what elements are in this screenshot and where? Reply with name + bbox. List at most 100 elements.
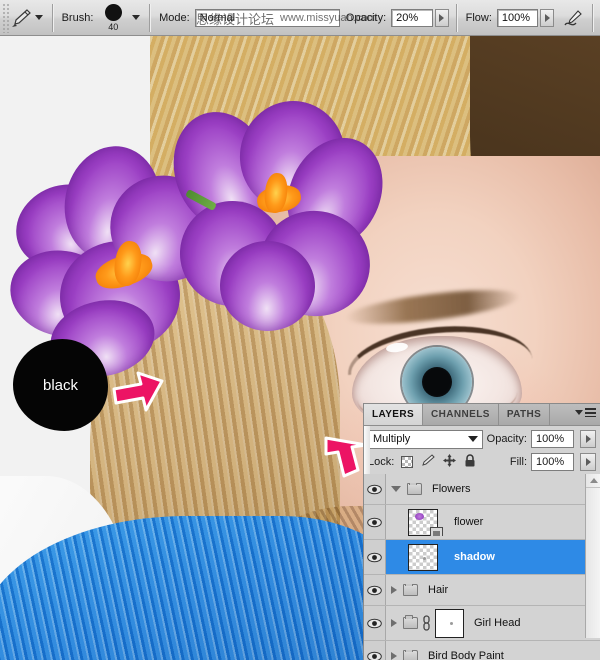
triangle-right-icon bbox=[439, 14, 444, 22]
brush-preset-picker[interactable] bbox=[130, 7, 142, 29]
layer-row-body[interactable]: Bird Body Paint bbox=[386, 650, 600, 660]
clipping-mask-badge-icon bbox=[430, 527, 443, 536]
layer-row-body[interactable]: shadow bbox=[386, 544, 600, 571]
flow-input[interactable]: 100% bbox=[497, 9, 538, 27]
brush-size-value: 40 bbox=[108, 22, 118, 32]
chevron-down-icon bbox=[132, 15, 140, 20]
pupil bbox=[422, 367, 452, 397]
divider bbox=[149, 4, 150, 32]
opacity-input[interactable]: 20% bbox=[391, 9, 432, 27]
hamburger-icon bbox=[585, 408, 596, 417]
airbrush-icon[interactable] bbox=[562, 6, 585, 30]
blend-mode-value: Multiply bbox=[373, 433, 410, 445]
tool-preset-picker[interactable] bbox=[33, 7, 45, 29]
panel-opacity-input[interactable]: 100% bbox=[531, 430, 574, 448]
brush-preview[interactable]: 40 bbox=[98, 4, 128, 32]
triangle-right-icon bbox=[545, 14, 550, 22]
toolbar-grip[interactable] bbox=[2, 3, 10, 33]
flow-slider-button[interactable] bbox=[540, 9, 554, 27]
visibility-toggle[interactable] bbox=[364, 575, 386, 605]
chevron-down-icon bbox=[468, 436, 478, 442]
fill-label: Fill: bbox=[510, 456, 527, 468]
visibility-toggle[interactable] bbox=[364, 606, 386, 640]
disclosure-triangle-icon[interactable] bbox=[391, 486, 401, 492]
panel-opacity-slider-button[interactable] bbox=[580, 430, 596, 448]
panel-menu-icon[interactable] bbox=[575, 408, 596, 417]
fill-input[interactable]: 100% bbox=[531, 453, 574, 471]
layer-name: Bird Body Paint bbox=[428, 650, 504, 660]
layer-row-body[interactable]: Girl Head bbox=[386, 609, 600, 638]
folder-icon bbox=[403, 650, 418, 660]
brush-tool-icon[interactable] bbox=[10, 6, 33, 30]
vertical-scrollbar[interactable] bbox=[585, 474, 600, 638]
opacity-slider-button[interactable] bbox=[435, 9, 449, 27]
flower-right bbox=[165, 101, 385, 331]
layer-name: shadow bbox=[454, 551, 495, 563]
eye-icon bbox=[367, 651, 382, 660]
layer-mask-thumbnail[interactable] bbox=[435, 609, 464, 638]
chevron-down-icon bbox=[35, 15, 43, 20]
layer-thumbnail[interactable] bbox=[408, 544, 438, 571]
thumbnail-content bbox=[450, 622, 453, 625]
scroll-up-button[interactable] bbox=[586, 474, 600, 488]
lock-buttons bbox=[401, 454, 476, 470]
eye-icon bbox=[367, 618, 382, 629]
visibility-toggle[interactable] bbox=[364, 540, 386, 574]
layer-row-shadow[interactable]: shadow bbox=[364, 540, 600, 575]
link-icon[interactable] bbox=[422, 615, 431, 631]
lock-label: Lock: bbox=[368, 456, 394, 468]
layers-panel: LAYERS CHANNELS PATHS Multiply Opacity: … bbox=[363, 403, 600, 660]
visibility-toggle[interactable] bbox=[364, 641, 386, 660]
disclosure-triangle-icon[interactable] bbox=[391, 586, 397, 594]
lock-transparency-icon[interactable] bbox=[401, 456, 413, 468]
mode-label: Mode: bbox=[157, 12, 195, 24]
lock-image-icon[interactable] bbox=[421, 454, 435, 470]
folder-icon bbox=[407, 483, 422, 495]
brush-tip-shape-icon bbox=[105, 4, 122, 21]
fill-slider-button[interactable] bbox=[580, 453, 596, 471]
layer-row-body[interactable]: Flowers bbox=[386, 483, 600, 495]
folder-icon bbox=[403, 617, 418, 629]
layer-row-flower[interactable]: flower bbox=[364, 505, 600, 540]
layer-row-body[interactable]: flower bbox=[386, 509, 600, 536]
tab-paths[interactable]: PATHS bbox=[499, 404, 550, 425]
layer-row-bird-body-paint[interactable]: Bird Body Paint bbox=[364, 641, 600, 660]
layer-row-flowers[interactable]: Flowers bbox=[364, 474, 600, 505]
visibility-toggle[interactable] bbox=[364, 474, 386, 504]
layer-row-body[interactable]: Hair bbox=[386, 584, 600, 596]
blend-mode-combobox[interactable]: Normal bbox=[195, 9, 340, 27]
panel-tab-bar: LAYERS CHANNELS PATHS bbox=[364, 404, 600, 426]
brush-options-bar: Brush: 40 Mode: Normal Opacity: 20% Flow… bbox=[0, 0, 600, 36]
lock-row: Lock: Fill: 100% bbox=[364, 450, 600, 474]
thumbnail-content bbox=[415, 513, 424, 520]
blend-mode-dropdown[interactable]: Multiply bbox=[368, 430, 483, 449]
opacity-label: Opacity: bbox=[344, 12, 391, 24]
disclosure-triangle-icon[interactable] bbox=[391, 652, 397, 660]
layer-name: Girl Head bbox=[474, 617, 520, 629]
eye-icon bbox=[367, 585, 382, 596]
layer-row-girl-head[interactable]: Girl Head bbox=[364, 606, 600, 641]
photoshop-window: black Brush: 40 bbox=[0, 0, 600, 660]
eye-icon bbox=[367, 517, 382, 528]
layer-row-hair[interactable]: Hair bbox=[364, 575, 600, 606]
blend-mode-row: Multiply Opacity: 100% bbox=[364, 426, 600, 450]
visibility-toggle[interactable] bbox=[364, 505, 386, 539]
flow-label: Flow: bbox=[464, 12, 497, 24]
lock-position-icon[interactable] bbox=[443, 454, 456, 470]
layer-name: flower bbox=[454, 516, 483, 528]
tab-channels[interactable]: CHANNELS bbox=[423, 404, 499, 425]
eye-icon bbox=[367, 552, 382, 563]
divider bbox=[456, 4, 457, 32]
triangle-down-icon bbox=[575, 410, 583, 415]
tab-layers[interactable]: LAYERS bbox=[364, 404, 423, 425]
lock-all-icon[interactable] bbox=[464, 454, 476, 470]
divider bbox=[592, 4, 593, 32]
layer-list: Flowers flower bbox=[364, 474, 600, 638]
layer-thumbnail[interactable] bbox=[408, 509, 438, 536]
disclosure-triangle-icon[interactable] bbox=[391, 619, 397, 627]
triangle-up-icon bbox=[590, 478, 598, 483]
black-swatch-label: black bbox=[43, 377, 78, 394]
thumbnail-content bbox=[423, 557, 426, 560]
triangle-right-icon bbox=[586, 435, 591, 443]
layer-name: Hair bbox=[428, 584, 448, 596]
